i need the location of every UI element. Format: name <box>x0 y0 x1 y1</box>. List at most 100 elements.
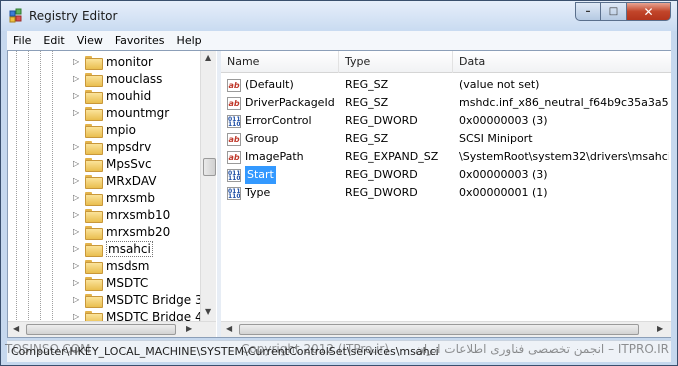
scroll-left-arrow-icon[interactable]: ◀ <box>226 324 232 333</box>
menu-view[interactable]: View <box>71 34 109 47</box>
menu-edit[interactable]: Edit <box>37 34 70 47</box>
registry-editor-window: Registry Editor – □ ✕ File Edit View Fav… <box>0 0 678 366</box>
folder-icon <box>85 140 103 155</box>
tree-item-mrxsmb[interactable]: ▷ mrxsmb <box>73 189 155 206</box>
expand-arrow-icon[interactable]: ▷ <box>73 227 81 236</box>
folder-icon <box>85 293 103 308</box>
scroll-down-arrow-icon[interactable]: ▼ <box>205 307 211 316</box>
value-row-default[interactable]: ab (Default) REG_SZ (value not set) <box>221 76 671 94</box>
tree-horizontal-scroll-thumb[interactable] <box>26 324 176 335</box>
expand-arrow-icon[interactable]: ▷ <box>73 176 81 185</box>
value-row-errorcontrol[interactable]: 011 110 ErrorControl REG_DWORD 0x00000003… <box>221 112 671 130</box>
expand-arrow-icon[interactable]: ▷ <box>73 57 81 66</box>
tree-item-label: MSDTC Bridge 3.0 <box>106 292 215 307</box>
value-row-group[interactable]: ab Group REG_SZ SCSI Miniport <box>221 130 671 148</box>
tree-item-msahci[interactable]: ▷ msahci <box>73 240 153 257</box>
list-horizontal-scroll-thumb[interactable] <box>239 324 639 335</box>
tree-item-label: MSDTC <box>106 275 149 290</box>
menu-file[interactable]: File <box>7 34 37 47</box>
folder-icon <box>85 89 103 104</box>
tree-vertical-scroll-thumb[interactable] <box>203 158 216 176</box>
tree-item-label: mouclass <box>106 71 163 86</box>
title-bar[interactable]: Registry Editor – □ ✕ <box>1 1 677 31</box>
value-type: REG_EXPAND_SZ <box>345 150 439 163</box>
folder-icon <box>85 72 103 87</box>
value-data: 0x00000001 (1) <box>459 186 548 199</box>
tree-horizontal-scrollbar[interactable]: ◀ ▶ <box>8 321 216 337</box>
expand-arrow-icon[interactable]: ▷ <box>73 108 81 117</box>
tree-connector-lines <box>16 51 53 321</box>
menu-favorites[interactable]: Favorites <box>109 34 171 47</box>
column-header-name[interactable]: Name <box>221 51 339 73</box>
close-button[interactable]: ✕ <box>627 2 671 21</box>
expand-arrow-icon[interactable]: ▷ <box>73 312 81 321</box>
watermark-middle: Copyright 2012 (ITPro.ir) <box>241 342 389 356</box>
tree-item-msdsm[interactable]: ▷ msdsm <box>73 257 150 274</box>
value-type: REG_DWORD <box>345 114 418 127</box>
value-row-imagepath[interactable]: ab ImagePath REG_EXPAND_SZ \SystemRoot\s… <box>221 148 671 166</box>
tree-item-label: mrxsmb20 <box>106 224 171 239</box>
folder-icon <box>85 157 103 172</box>
tree-item-msdtc-bridge-3[interactable]: ▷ MSDTC Bridge 3.0 <box>73 291 214 308</box>
folder-icon <box>85 123 103 138</box>
value-name-cell: ab Group <box>227 130 337 148</box>
value-row-type[interactable]: 011 110 Type REG_DWORD 0x00000001 (1) <box>221 184 671 202</box>
value-row-driverpackageid[interactable]: ab DriverPackageId REG_SZ mshdc.inf_x86_… <box>221 94 671 112</box>
string-value-icon: ab <box>227 96 241 110</box>
expand-arrow-icon[interactable]: ▷ <box>73 193 81 202</box>
folder-icon <box>85 225 103 240</box>
expand-arrow-icon[interactable]: ▷ <box>73 74 81 83</box>
tree-item-label: msahci <box>106 240 153 257</box>
value-row-start[interactable]: 011 110 Start REG_DWORD 0x00000003 (3) <box>221 166 671 184</box>
scroll-right-arrow-icon[interactable]: ▶ <box>657 324 663 333</box>
list-header: Name Type Data <box>221 51 671 73</box>
folder-icon <box>85 259 103 274</box>
expand-arrow-icon[interactable]: ▷ <box>73 244 81 253</box>
scroll-up-arrow-icon[interactable]: ▲ <box>205 53 211 62</box>
expand-arrow-icon[interactable]: ▷ <box>73 210 81 219</box>
tree-item-label: mouhid <box>106 88 152 103</box>
column-header-type[interactable]: Type <box>339 51 453 73</box>
tree-item-mpssvc[interactable]: ▷ MpsSvc <box>73 155 152 172</box>
minimize-button[interactable]: – <box>575 2 601 21</box>
expand-arrow-icon[interactable]: ▷ <box>73 278 81 287</box>
column-header-data[interactable]: Data <box>453 51 671 73</box>
value-type: REG_DWORD <box>345 186 418 199</box>
expand-arrow-icon[interactable]: ▷ <box>73 91 81 100</box>
expand-arrow-icon[interactable]: ▷ <box>73 295 81 304</box>
tree-item-mrxdav[interactable]: ▷ MRxDAV <box>73 172 156 189</box>
expand-arrow-icon[interactable]: ▷ <box>73 142 81 151</box>
menu-help[interactable]: Help <box>171 34 208 47</box>
registry-app-icon <box>9 8 22 23</box>
maximize-button[interactable]: □ <box>601 2 627 21</box>
caption-buttons: – □ ✕ <box>575 2 671 21</box>
values-list-pane[interactable]: Name Type Data ab (Default) REG_SZ (valu… <box>221 51 671 337</box>
value-name: Type <box>245 186 271 199</box>
tree-item-monitor[interactable]: ▷ monitor <box>73 53 153 70</box>
watermark-overlay: TOSINSO.COM Copyright 2012 (ITPro.ir) ان… <box>1 341 678 361</box>
scroll-right-arrow-icon[interactable]: ▶ <box>186 324 192 333</box>
scroll-left-arrow-icon[interactable]: ◀ <box>13 324 19 333</box>
tree-item-mountmgr[interactable]: ▷ mountmgr <box>73 104 169 121</box>
tree-item-mouhid[interactable]: ▷ mouhid <box>73 87 151 104</box>
folder-icon <box>85 106 103 121</box>
expand-arrow-icon[interactable]: ▷ <box>73 261 81 270</box>
folder-icon <box>85 174 103 189</box>
tree-item-label: mountmgr <box>106 105 170 120</box>
menu-bar: File Edit View Favorites Help <box>7 31 671 50</box>
tree-item-msdtc[interactable]: ▷ MSDTC <box>73 274 148 291</box>
tree-item-mrxsmb20[interactable]: ▷ mrxsmb20 <box>73 223 170 240</box>
key-tree-pane[interactable]: ▷ monitor ▷ mouclass ▷ mouhid ▷ mountmgr <box>8 51 216 337</box>
expand-arrow-icon[interactable]: ▷ <box>73 159 81 168</box>
folder-icon <box>85 242 103 257</box>
list-horizontal-scrollbar[interactable]: ◀ ▶ <box>221 321 671 337</box>
window-title: Registry Editor <box>29 9 118 23</box>
dword-value-icon: 011 110 <box>227 186 241 200</box>
tree-item-mouclass[interactable]: ▷ mouclass <box>73 70 162 87</box>
tree-item-mpio[interactable]: mpio <box>73 121 136 138</box>
tree-vertical-scrollbar[interactable]: ▲ ▼ <box>200 51 216 321</box>
client-area: ▷ monitor ▷ mouclass ▷ mouhid ▷ mountmgr <box>7 50 671 338</box>
tree-item-mpsdrv[interactable]: ▷ mpsdrv <box>73 138 151 155</box>
tree-item-mrxsmb10[interactable]: ▷ mrxsmb10 <box>73 206 170 223</box>
value-data: mshdc.inf_x86_neutral_f64b9c35a3a5be81 <box>459 96 669 109</box>
